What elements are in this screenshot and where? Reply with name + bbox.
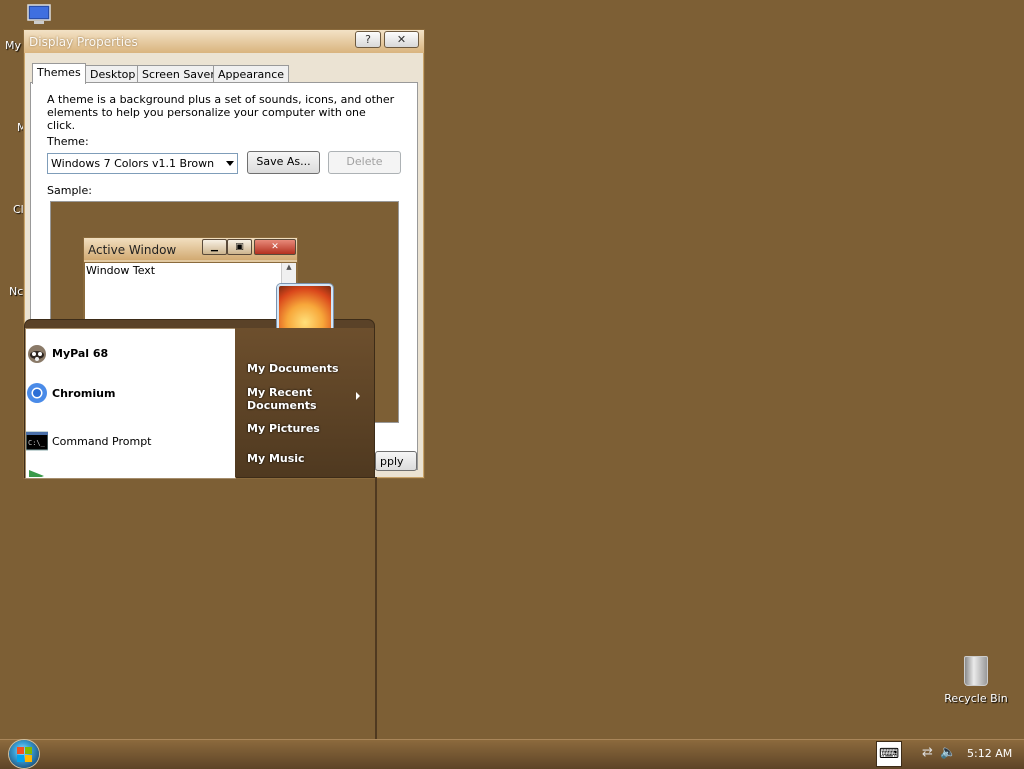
save-as-button[interactable]: Save As... <box>247 151 320 174</box>
theme-select[interactable]: Windows 7 Colors v1.1 Brown <box>47 153 238 174</box>
desktop-icon-label[interactable]: Nc <box>9 285 23 298</box>
minimize-icon: ▁ <box>202 239 227 255</box>
tab-themes[interactable]: Themes <box>32 63 86 84</box>
my-computer-icon[interactable] <box>26 4 54 26</box>
keyboard-icon[interactable]: ⌨ <box>876 741 902 767</box>
start-item-label: Command Prompt <box>52 435 152 448</box>
apply-button[interactable]: pply <box>375 451 417 471</box>
recycle-bin-icon <box>964 656 988 686</box>
command-prompt-icon: C:\_ <box>26 431 48 451</box>
close-button[interactable]: ✕ <box>384 31 419 48</box>
dialog-title: Display Properties <box>29 35 138 49</box>
start-menu-places: My Documents My Recent Documents My Pict… <box>235 328 374 477</box>
start-link-my-documents[interactable]: My Documents <box>247 362 339 375</box>
start-item-partial[interactable] <box>26 461 231 477</box>
maximize-icon: ▣ <box>227 239 252 255</box>
start-menu-edge <box>375 477 377 740</box>
recycle-bin-label: Recycle Bin <box>944 692 1008 705</box>
delete-button[interactable]: Delete <box>328 151 401 174</box>
clock[interactable]: 5:12 AM <box>967 747 1012 760</box>
start-link-my-music[interactable]: My Music <box>247 452 305 465</box>
start-link-my-pictures[interactable]: My Pictures <box>247 422 320 435</box>
theme-label: Theme: <box>47 135 89 148</box>
dialog-titlebar[interactable]: Display Properties ? ✕ <box>24 30 424 53</box>
tab-appearance[interactable]: Appearance <box>213 65 290 83</box>
help-button[interactable]: ? <box>355 31 381 48</box>
tab-screen-saver[interactable]: Screen Saver <box>137 65 220 83</box>
start-item-command-prompt[interactable]: C:\_ Command Prompt <box>26 427 231 457</box>
sample-window-titlebar: Active Window ▁ ▣ ✕ <box>84 238 297 260</box>
mypal-icon <box>28 345 46 363</box>
system-tray: ⇄ 🔈 5:12 AM <box>914 741 1024 767</box>
start-item-label: Chromium <box>52 387 116 400</box>
theme-description: A theme is a background plus a set of so… <box>47 93 395 132</box>
sample-window-text: Window Text <box>86 264 156 277</box>
tab-desktop[interactable]: Desktop <box>85 65 141 83</box>
start-menu: MyPal 68 Chromium C:\_ Command Prompt My… <box>25 284 374 479</box>
theme-select-value: Windows 7 Colors v1.1 Brown <box>51 157 215 170</box>
desktop-icon-label[interactable]: My <box>5 39 21 52</box>
scroll-up-icon: ▲ <box>286 263 292 271</box>
sample-window-title: Active Window <box>88 243 177 257</box>
svg-text:C:\_: C:\_ <box>28 439 46 447</box>
chevron-down-icon <box>226 161 234 166</box>
start-menu-programs: MyPal 68 Chromium C:\_ Command Prompt <box>25 328 236 479</box>
close-icon: ✕ <box>254 239 296 255</box>
program-icon <box>29 470 44 477</box>
start-item-mypal[interactable]: MyPal 68 <box>26 339 231 369</box>
network-icon[interactable]: ⇄ <box>922 745 938 761</box>
submenu-arrow-icon <box>356 392 360 400</box>
apply-button-label: pply <box>380 455 404 468</box>
start-item-label: MyPal 68 <box>52 347 109 360</box>
taskbar <box>0 739 1024 769</box>
chromium-icon <box>27 383 47 403</box>
start-link-my-recent-documents[interactable]: My Recent Documents <box>247 386 327 412</box>
start-orb-icon[interactable] <box>9 740 39 768</box>
sample-label: Sample: <box>47 184 92 197</box>
recycle-bin[interactable]: Recycle Bin <box>944 656 1008 705</box>
start-item-chromium[interactable]: Chromium <box>26 379 231 409</box>
volume-icon[interactable]: 🔈 <box>940 745 956 761</box>
